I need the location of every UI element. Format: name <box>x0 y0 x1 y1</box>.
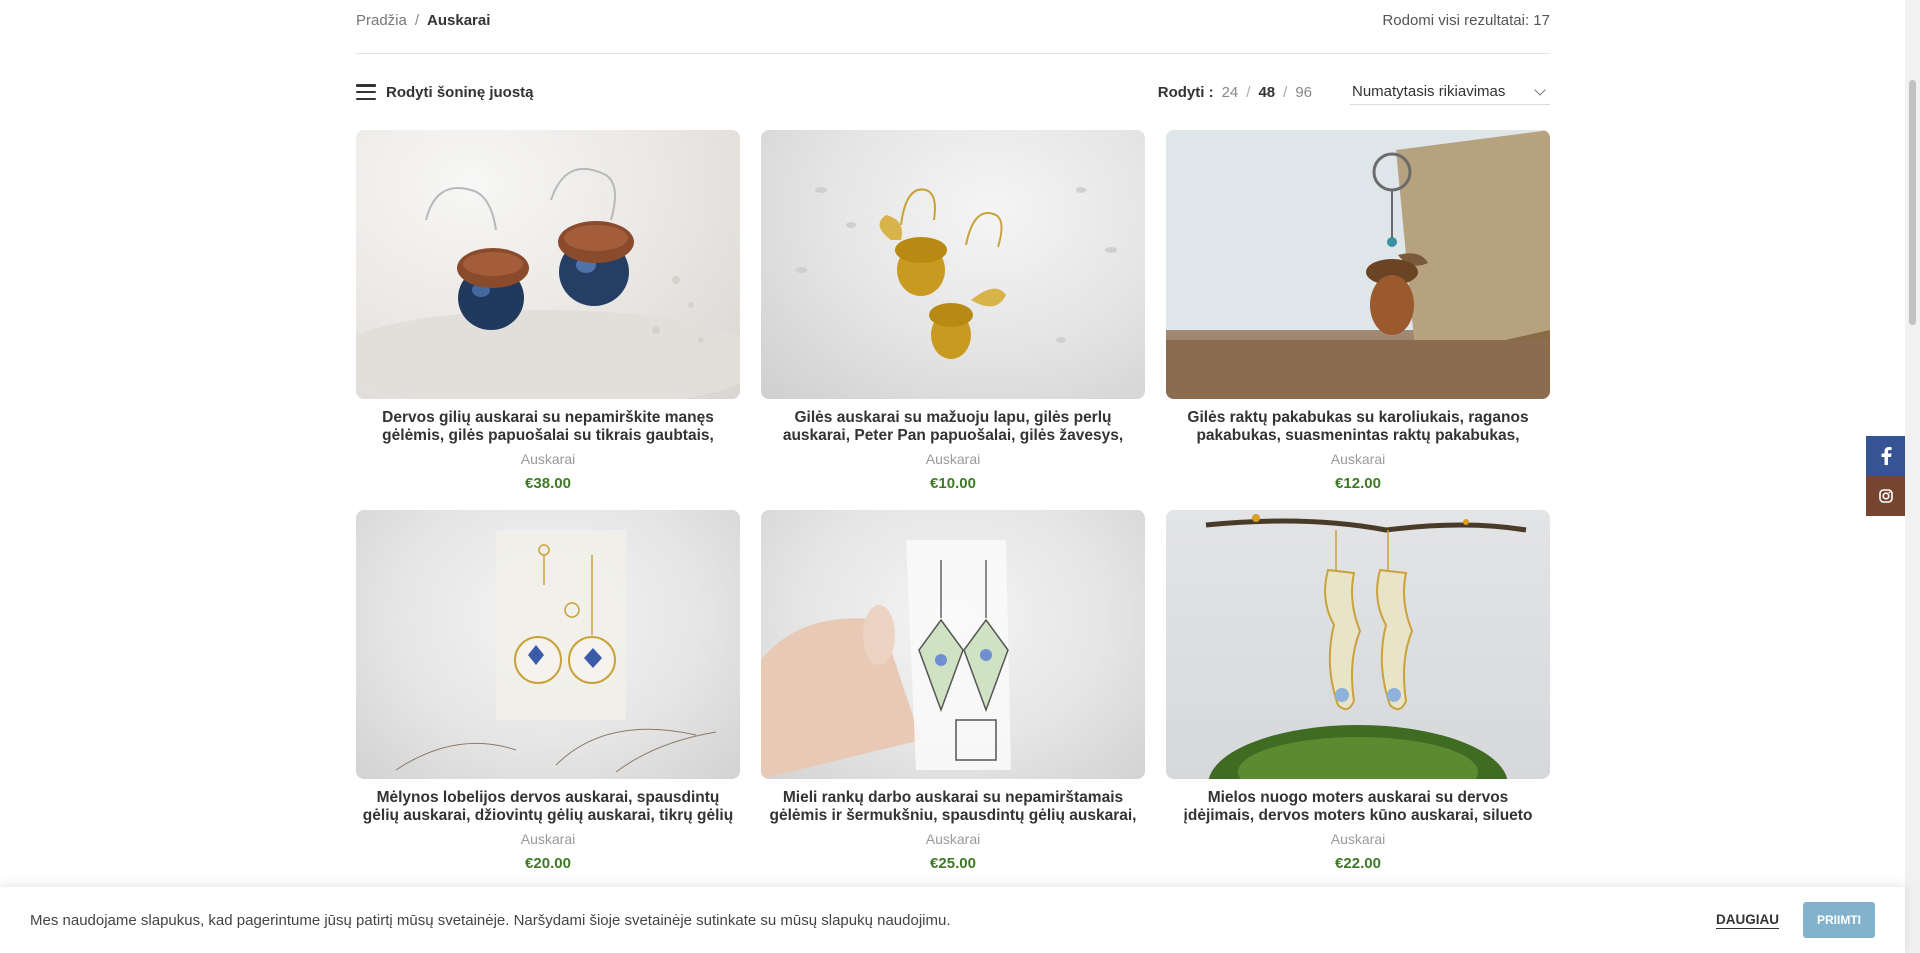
product-title[interactable]: Mėlynos lobelijos dervos auskarai, spaus… <box>356 789 740 825</box>
show-sidebar-button[interactable]: Rodyti šoninę juostą <box>356 84 534 101</box>
product-card: Gilės raktų pakabukas su karoliukais, ra… <box>1166 130 1550 492</box>
gold-acorn-earrings-photo <box>761 130 1145 399</box>
breadcrumb: Pradžia / Auskarai <box>356 12 490 41</box>
product-category[interactable]: Auskarai <box>1166 831 1550 847</box>
toolbar-right: Rodyti : 24 / 48 / 96 Numatytasis rikiav… <box>1158 79 1550 105</box>
hamburger-icon <box>356 84 376 100</box>
sort-select-value: Numatytasis rikiavimas <box>1352 83 1506 100</box>
breadcrumb-home-link[interactable]: Pradžia <box>356 12 407 29</box>
per-page-option-48[interactable]: 48 <box>1258 84 1275 101</box>
product-category[interactable]: Auskarai <box>761 831 1145 847</box>
scrollbar-thumb[interactable] <box>1909 80 1916 325</box>
per-page-label: Rodyti : <box>1157 83 1214 101</box>
page-scrollbar[interactable] <box>1905 0 1920 953</box>
facebook-icon[interactable] <box>1866 436 1906 476</box>
per-page-selector: Rodyti : 24 / 48 / 96 <box>1158 84 1312 101</box>
product-price: €38.00 <box>525 475 571 492</box>
product-image[interactable] <box>356 510 740 779</box>
product-title[interactable]: Gilės auskarai su mažuoju lapu, gilės pe… <box>761 409 1145 445</box>
cookie-actions: DAUGIAU PRIIMTI <box>1716 902 1875 938</box>
product-price: €12.00 <box>1335 475 1381 492</box>
product-title[interactable]: Mieli rankų darbo auskarai su nepamiršta… <box>761 789 1145 825</box>
product-title[interactable]: Dervos gilių auskarai su nepamirškite ma… <box>356 409 740 445</box>
product-title[interactable]: Gilės raktų pakabukas su karoliukais, ra… <box>1166 409 1550 445</box>
cookie-accept-button[interactable]: PRIIMTI <box>1803 902 1875 938</box>
results-count: Rodomi visi rezultatai: 17 <box>1382 12 1550 29</box>
product-price: €25.00 <box>930 855 976 872</box>
product-image[interactable] <box>356 130 740 399</box>
per-page-option-24[interactable]: 24 <box>1222 84 1239 101</box>
product-image[interactable] <box>761 130 1145 399</box>
silhouette-earrings-moss-photo <box>1166 510 1550 779</box>
cookie-banner: Mes naudojame slapukus, kad pagerintume … <box>0 887 1905 953</box>
instagram-icon[interactable] <box>1866 476 1906 516</box>
product-card: Dervos gilių auskarai su nepamirškite ma… <box>356 130 740 492</box>
social-sidebar <box>1866 436 1906 516</box>
product-price: €22.00 <box>1335 855 1381 872</box>
product-category[interactable]: Auskarai <box>1166 451 1550 467</box>
per-page-divider: / <box>1283 83 1288 101</box>
chevron-down-icon <box>1534 83 1546 96</box>
cookie-message: Mes naudojame slapukus, kad pagerintume … <box>30 911 951 929</box>
per-page-option-96[interactable]: 96 <box>1295 84 1312 101</box>
breadcrumb-separator: / <box>414 12 420 29</box>
product-price: €10.00 <box>930 475 976 492</box>
forget-me-not-earrings-photo <box>761 510 1145 779</box>
product-category[interactable]: Auskarai <box>356 451 740 467</box>
product-card: Mėlynos lobelijos dervos auskarai, spaus… <box>356 510 740 872</box>
shop-toolbar: Rodyti šoninę juostą Rodyti : 24 / 48 / … <box>356 54 1550 130</box>
product-image[interactable] <box>1166 510 1550 779</box>
cookie-more-link[interactable]: DAUGIAU <box>1716 912 1779 929</box>
blue-lobelia-earrings-photo <box>356 510 740 779</box>
shop-content: Pradžia / Auskarai Rodomi visi rezultata… <box>356 0 1550 872</box>
product-category[interactable]: Auskarai <box>356 831 740 847</box>
per-page-divider: / <box>1246 83 1251 101</box>
product-grid: Dervos gilių auskarai su nepamirškite ma… <box>356 130 1550 872</box>
product-category[interactable]: Auskarai <box>761 451 1145 467</box>
show-sidebar-label: Rodyti šoninę juostą <box>386 83 534 101</box>
product-image[interactable] <box>761 510 1145 779</box>
breadcrumb-current: Auskarai <box>427 12 491 29</box>
acorn-keychain-book-photo <box>1166 130 1550 399</box>
product-card: Mielos nuogo moters auskarai su dervos į… <box>1166 510 1550 872</box>
product-card: Gilės auskarai su mažuoju lapu, gilės pe… <box>761 130 1145 492</box>
product-price: €20.00 <box>525 855 571 872</box>
product-image[interactable] <box>1166 130 1550 399</box>
product-title[interactable]: Mielos nuogo moters auskarai su dervos į… <box>1166 789 1550 825</box>
sort-select[interactable]: Numatytasis rikiavimas <box>1350 79 1550 105</box>
shop-topbar: Pradžia / Auskarai Rodomi visi rezultata… <box>356 0 1550 54</box>
acorn-earrings-photo <box>356 130 740 399</box>
product-card: Mieli rankų darbo auskarai su nepamiršta… <box>761 510 1145 872</box>
